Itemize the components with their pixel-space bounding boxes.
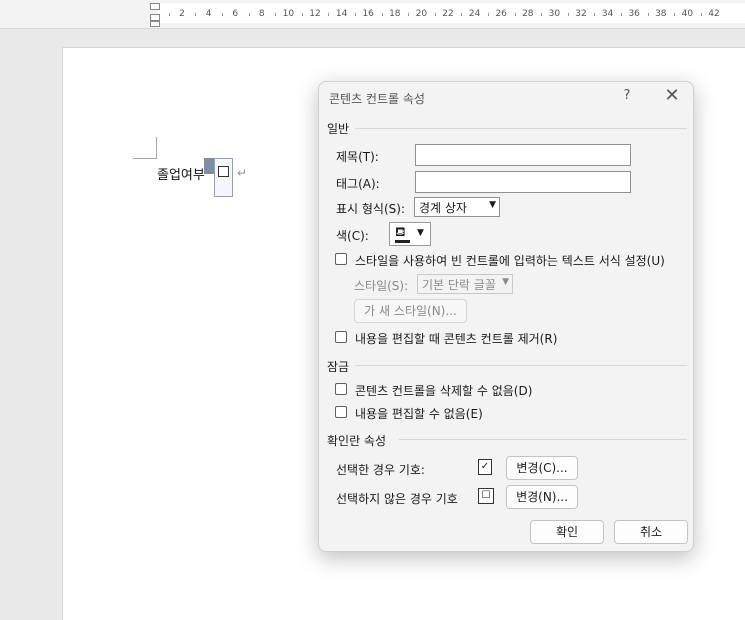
color-swatch xyxy=(395,240,410,243)
tag-input[interactable] xyxy=(415,171,631,193)
close-icon[interactable]: ✕ xyxy=(662,85,682,106)
unchecked-symbol-label: 선택하지 않은 경우 기호 xyxy=(336,492,458,506)
ruler-tick xyxy=(434,13,436,16)
tag-label: 태그(A): xyxy=(336,177,380,191)
section-divider xyxy=(355,365,687,366)
ruler-number: 16 xyxy=(362,9,374,19)
ruler-number: 12 xyxy=(309,9,321,19)
ruler-number: 14 xyxy=(335,9,348,19)
section-divider xyxy=(399,439,687,440)
checked-symbol-label: 선택한 경우 기호: xyxy=(336,463,425,477)
ruler-tick xyxy=(408,13,410,16)
remove-when-edited-checkbox[interactable] xyxy=(335,331,347,343)
ruler-tick xyxy=(195,13,197,16)
document-text[interactable]: 졸업여부 xyxy=(157,164,205,183)
margin-corner-mark xyxy=(156,137,157,159)
ruler-tick xyxy=(328,13,330,16)
change-checked-symbol-button[interactable]: 변경(C)... xyxy=(506,456,578,480)
content-control-properties-dialog: 콘텐츠 컨트롤 속성 ? ✕ 일반 제목(T): 태그(A): 표시 형식(S)… xyxy=(318,81,694,552)
use-style-checkbox[interactable] xyxy=(335,253,347,265)
paragraph-mark: ↵ xyxy=(237,166,248,180)
left-indent-marker[interactable] xyxy=(150,21,160,27)
ruler-number: 22 xyxy=(442,9,454,19)
section-locking-heading: 잠금 xyxy=(327,360,350,374)
style-value: 기본 단락 글꼴 xyxy=(422,278,496,292)
cancel-button[interactable]: 취소 xyxy=(614,520,688,544)
cannot-delete-checkbox[interactable] xyxy=(335,383,347,395)
ruler-number: 2 xyxy=(179,9,185,19)
ruler-tick xyxy=(354,13,356,16)
ruler-tick xyxy=(381,13,383,16)
new-style-label: 새 스타일(N)... xyxy=(379,304,457,318)
ruler-tick xyxy=(567,13,569,16)
ruler-number: 40 xyxy=(681,9,694,19)
new-style-button[interactable]: 가 새 스타일(N)... xyxy=(354,299,467,323)
ruler-tick xyxy=(594,13,596,16)
ruler-number: 26 xyxy=(495,9,507,19)
ruler-tick xyxy=(168,13,170,16)
ruler-tick xyxy=(647,13,649,16)
ruler-number: 36 xyxy=(628,9,640,19)
ruler-tick xyxy=(514,13,516,16)
content-control-box[interactable] xyxy=(214,158,233,197)
ruler-number: 18 xyxy=(389,9,401,19)
first-line-indent-marker[interactable] xyxy=(150,3,160,10)
ruler-tick xyxy=(700,13,702,16)
ruler-number: 4 xyxy=(205,9,212,19)
remove-when-edited-label[interactable]: 내용을 편집할 때 콘텐츠 컨트롤 제거(R) xyxy=(355,330,557,347)
margin-corner-mark xyxy=(133,158,157,159)
content-control-handle[interactable] xyxy=(204,158,214,174)
show-as-label: 표시 형식(S): xyxy=(336,202,405,216)
ok-button[interactable]: 확인 xyxy=(530,520,604,544)
change-unchecked-symbol-button[interactable]: 변경(N)... xyxy=(506,485,578,509)
ruler-tick xyxy=(301,13,303,16)
hanging-indent-marker[interactable] xyxy=(150,14,160,21)
ruler-number: 38 xyxy=(655,9,667,19)
color-picker-button[interactable]: ⛾ ▼ xyxy=(389,222,431,246)
show-as-value: 경계 상자 xyxy=(419,201,467,215)
ruler-tick xyxy=(541,13,543,16)
ruler-number: 8 xyxy=(258,9,265,19)
chevron-down-icon: ▼ xyxy=(489,200,496,210)
ruler-number: 20 xyxy=(415,9,428,19)
section-general-heading: 일반 xyxy=(327,122,350,136)
ruler-number: 28 xyxy=(522,9,534,19)
ruler-tick xyxy=(461,13,463,16)
style-label: 스타일(S): xyxy=(354,279,409,293)
chevron-down-icon: ▼ xyxy=(502,277,509,287)
style-select[interactable]: 기본 단락 글꼴 ▼ xyxy=(417,274,513,294)
new-style-icon: 가 xyxy=(364,304,376,318)
title-input[interactable] xyxy=(415,144,631,166)
ruler-number: 10 xyxy=(282,9,295,19)
ruler-tick xyxy=(248,13,250,16)
unchecked-symbol-preview: ☐ xyxy=(478,488,494,504)
ruler-number: 6 xyxy=(232,9,239,19)
chevron-down-icon: ▼ xyxy=(417,228,424,238)
section-checkbox-properties-heading: 확인란 속성 xyxy=(327,434,387,448)
ruler-tick xyxy=(674,13,676,16)
use-style-label[interactable]: 스타일을 사용하여 빈 컨트롤에 입력하는 텍스트 서식 설정(U) xyxy=(355,252,665,269)
color-label: 색(C): xyxy=(336,229,369,243)
cannot-delete-label[interactable]: 콘텐츠 컨트롤을 삭제할 수 없음(D) xyxy=(355,382,532,399)
show-as-select[interactable]: 경계 상자 ▼ xyxy=(414,197,500,217)
checkbox-content-control[interactable] xyxy=(218,166,229,177)
checked-symbol-preview: ✓ xyxy=(478,459,492,475)
ruler-number: 30 xyxy=(548,9,561,19)
ruler-tick xyxy=(221,13,223,16)
ruler-number: 42 xyxy=(708,9,720,19)
ruler-tick xyxy=(487,13,489,16)
ruler-number: 24 xyxy=(468,9,481,19)
cannot-edit-checkbox[interactable] xyxy=(335,406,347,418)
ruler-number: 34 xyxy=(601,9,614,19)
ruler-tick xyxy=(275,13,277,16)
ruler-tick xyxy=(620,13,622,16)
title-label: 제목(T): xyxy=(336,150,379,164)
cannot-edit-label[interactable]: 내용을 편집할 수 없음(E) xyxy=(355,405,483,422)
horizontal-ruler[interactable]: 2 4 6 8 10 12 14 16 18 20 22 24 26 28 30 32 34 36 38 40 42 xyxy=(0,0,745,29)
help-icon[interactable]: ? xyxy=(619,88,635,103)
section-divider xyxy=(355,128,687,129)
dialog-title: 콘텐츠 컨트롤 속성 xyxy=(329,92,425,106)
ruler-number: 32 xyxy=(575,9,587,19)
